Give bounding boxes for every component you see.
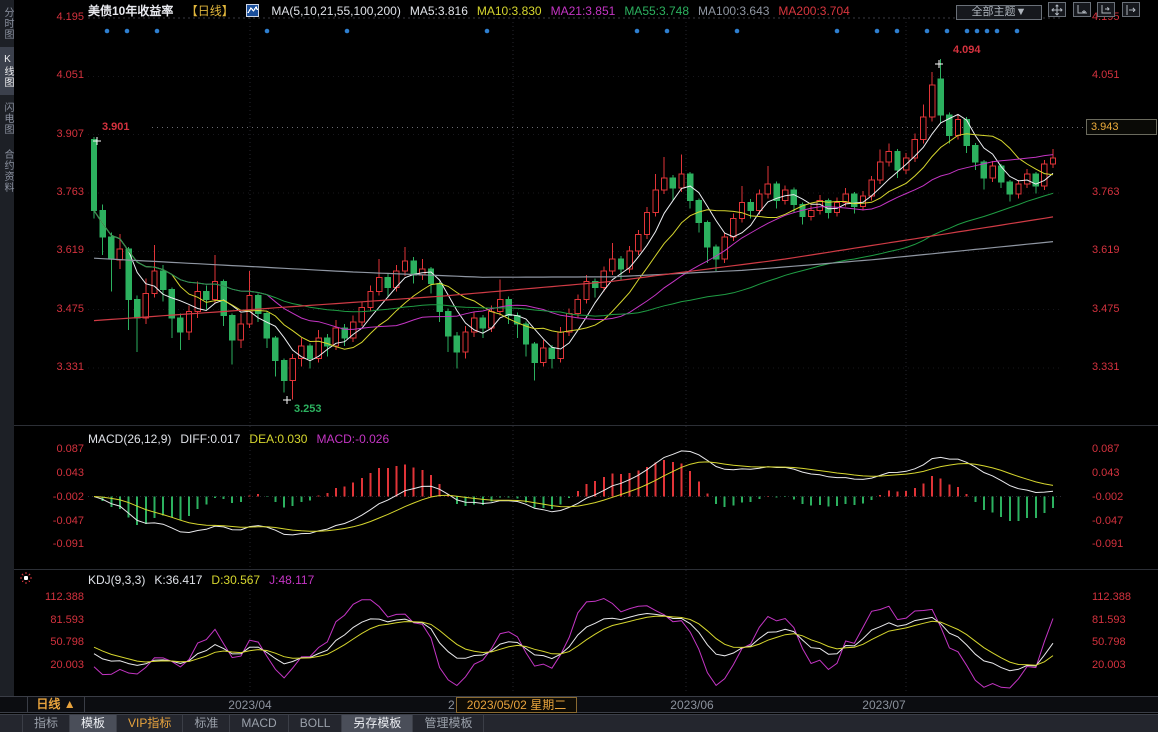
header-controls: 全部主题▼ (956, 2, 1140, 20)
ma-value: MA55:3.748 (624, 4, 689, 18)
macd-value: DIFF:0.017 (180, 432, 240, 446)
covered-date-label: 2 (448, 698, 455, 712)
bottom-tab[interactable]: BOLL (289, 715, 343, 732)
ma-legend: MA(5,10,21,55,100,200) MA5:3.816 MA10:3.83… (271, 4, 858, 18)
last-price-box: 3.943 (1086, 119, 1157, 135)
macd-value: DEA:0.030 (249, 432, 307, 446)
scale-right-icon[interactable] (1097, 2, 1115, 17)
kdj-settings-icon[interactable] (19, 571, 33, 590)
ma-value: MA21:3.851 (551, 4, 616, 18)
date-axis-label: 2023/07 (862, 698, 905, 712)
bottom-tab[interactable]: 指标 (22, 715, 70, 732)
bottom-tab[interactable]: 管理模板 (413, 715, 484, 732)
bottom-tab[interactable]: 另存模板 (342, 715, 413, 732)
ma-value: MA200:3.704 (778, 4, 849, 18)
bottom-tab[interactable]: MACD (230, 715, 288, 732)
period-selector[interactable]: 日线 ▲ (27, 697, 85, 713)
pan-right-icon[interactable] (1122, 2, 1140, 17)
scale-left-icon[interactable] (1073, 2, 1091, 17)
ma-value: MA(5,10,21,55,100,200) (271, 4, 400, 18)
chart-canvas[interactable] (0, 0, 1158, 696)
macd-value: MACD:-0.026 (316, 432, 389, 446)
period-tag: 【日线】 (186, 4, 234, 18)
all-themes-dropdown[interactable]: 全部主题▼ (956, 5, 1042, 20)
date-axis-bar: 日线 ▲ 2 2023/05/02 星期二 2023/04 2023/06 2023… (0, 696, 1158, 713)
kdj-value: D:30.567 (211, 573, 260, 587)
ma-value: MA5:3.816 (410, 4, 468, 18)
ma-value: MA10:3.830 (477, 4, 542, 18)
kline-app-window: 分时图K线图闪电图合约资料 美债10年收益率 【日线】 MA(5,10,21,5… (0, 0, 1158, 732)
date-axis-label: 2023/04 (228, 698, 271, 712)
bottom-tab[interactable]: 模板 (70, 715, 117, 732)
page-title: 美债10年收益率 (88, 4, 173, 18)
kdj-value: K:36.417 (154, 573, 202, 587)
bottom-tab-bar: 指标模板VIP指标标准MACDBOLL另存模板管理模板 (0, 714, 1158, 732)
ma-value: MA100:3.643 (698, 4, 769, 18)
chart-header: 美债10年收益率 【日线】 MA(5,10,21,55,100,200) MA5:… (88, 2, 868, 17)
chart-line-icon (246, 4, 259, 20)
date-tooltip: 2023/05/02 星期二 (456, 697, 577, 713)
pan-tool-icon[interactable] (1048, 2, 1066, 17)
bottom-tab[interactable]: VIP指标 (117, 715, 183, 732)
kdj-value: KDJ(9,3,3) (88, 573, 145, 587)
date-axis-label: 2023/06 (670, 698, 713, 712)
macd-value: MACD(26,12,9) (88, 432, 171, 446)
kdj-header: KDJ(9,3,3) K:36.417 D:30.567 J:48.117 (88, 573, 323, 587)
macd-header: MACD(26,12,9) DIFF:0.017 DEA:0.030 MACD:-0.… (88, 432, 398, 446)
bottom-tab[interactable]: 标准 (183, 715, 230, 732)
kdj-value: J:48.117 (269, 573, 314, 587)
